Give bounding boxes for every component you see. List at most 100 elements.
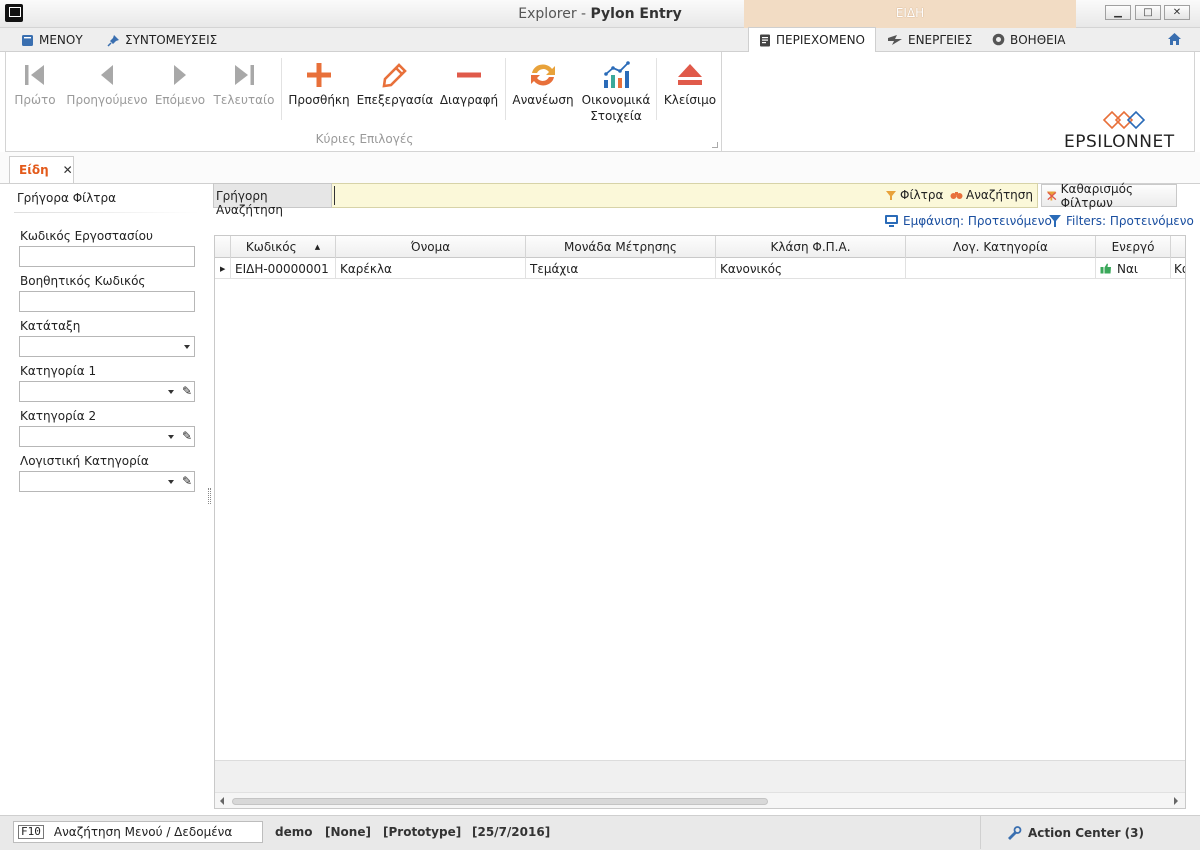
edit-button[interactable]: Επεξεργασία [356,58,434,108]
doc-tab-close-icon[interactable]: ✕ [63,163,73,177]
scroll-left-icon[interactable] [220,797,224,805]
refresh-button[interactable]: Ανανέωση [511,58,575,108]
accounting-category-dropdown[interactable]: ✎ [19,471,195,492]
add-button[interactable]: Προσθήκη [286,58,352,108]
cell-code[interactable]: ΕΙΔΗ-00000001 [231,258,336,279]
action-center-button[interactable]: Action Center (3) [980,816,1185,849]
quick-search-input[interactable] [334,186,874,205]
clear-filters-button[interactable]: Καθαρισμός Φίλτρων [1041,181,1177,210]
pencil-icon[interactable]: ✎ [182,384,192,398]
next-button[interactable]: Επόμενο [152,58,208,108]
home-icon[interactable] [1167,32,1182,46]
tab-content-label: ΠΕΡΙΕΧΟΜΕΝΟ [776,33,865,47]
search-button[interactable]: Αναζήτηση [950,188,1033,202]
cell-extra[interactable]: Κα [1171,258,1185,279]
display-view-link[interactable]: Εμφάνιση: Προτεινόμενο [884,214,1052,228]
eject-icon [678,64,702,85]
last-button[interactable]: Τελευταίο [211,58,277,108]
previous-button[interactable]: Προηγούμενο [66,58,148,108]
ribbon-separator [656,58,657,120]
ribbon-main-group: Πρώτο Προηγούμενο Επόμενο Τελευταίο Προσ… [5,52,722,152]
table-row[interactable]: ▶ ΕΙΔΗ-00000001 Καρέκλα Τεμάχια Κανονικό… [215,258,1185,279]
column-header-label: Κωδικός [245,240,297,254]
aux-code-input[interactable] [19,291,195,312]
scrollbar-thumb[interactable] [232,798,768,805]
row-indicator-icon: ▶ [215,258,231,279]
classification-dropdown[interactable] [19,336,195,357]
shortcuts-button[interactable]: ΣΥΝΤΟΜΕΥΣΕΙΣ [107,33,217,47]
horizontal-scrollbar[interactable] [215,792,1185,808]
tab-content[interactable]: ΠΕΡΙΕΧΟΜΕΝΟ [748,27,876,52]
search-label: Αναζήτηση [966,188,1033,202]
edit-label: Επεξεργασία [356,93,434,107]
refresh-icon [531,64,555,86]
grid-footer [215,760,1185,792]
close-button[interactable]: Κλείσιμο [661,58,719,108]
filters-button[interactable]: Φίλτρα [885,188,943,202]
category1-dropdown[interactable]: ✎ [19,381,195,402]
doc-tab-items[interactable]: Είδη ✕ [9,156,74,183]
category2-dropdown[interactable]: ✎ [19,426,195,447]
category1-label: Κατηγορία 1 [20,364,97,378]
book-icon [22,34,33,46]
factory-code-label: Κωδικός Εργοστασίου [20,229,153,243]
maximize-button[interactable]: □ [1135,5,1161,20]
first-label: Πρώτο [14,93,56,107]
clear-filters-label: Καθαρισμός Φίλτρων [1060,181,1134,210]
tools-icon [1008,825,1022,840]
financial-label-1: Οικονομικά [581,93,651,107]
close-window-button[interactable]: ✕ [1164,5,1190,20]
column-header-extra[interactable]: Ι [1171,236,1185,258]
chart-icon [604,61,630,88]
quick-search-label: Γρήγορη Αναζήτηση [213,183,332,217]
column-header-active[interactable]: Ενεργό [1096,236,1171,258]
cell-unit[interactable]: Τεμάχια [526,258,716,279]
tab-actions[interactable]: ΕΝΕΡΓΕΙΕΣ [877,27,982,52]
tab-help[interactable]: ΒΟΗΘΕΙΑ [982,27,1075,52]
first-button[interactable]: Πρώτο [12,58,58,108]
tab-actions-label: ΕΝΕΡΓΕΙΕΣ [908,32,973,47]
menu-data-search-box[interactable]: F10 Αναζήτηση Μενού / Δεδομένα [13,821,263,843]
financial-data-button[interactable]: Οικονομικά Στοιχεία [580,58,652,124]
factory-code-input[interactable] [19,246,195,267]
epsilonnet-logo: EPSILONNET [1064,132,1175,152]
delete-button[interactable]: Διαγραφή [438,58,500,108]
first-icon [25,65,44,85]
column-header-vat-class[interactable]: Κλάση Φ.Π.Α. [716,236,906,258]
minus-icon [457,72,481,78]
scroll-right-icon[interactable] [1174,797,1178,805]
last-label: Τελευταίο [213,93,275,107]
classification-label: Κατάταξη [20,319,81,333]
refresh-label: Ανανέωση [512,93,574,107]
status-prototype: [Prototype] [383,825,462,839]
filters-view-link[interactable]: Filters: Προτεινόμενο [1048,214,1194,228]
category2-label: Κατηγορία 2 [20,409,97,423]
epsilonnet-logo-icon [1102,110,1146,130]
document-tab-strip [0,152,1200,184]
ribbon-separator [281,58,282,120]
panel-splitter[interactable] [208,488,211,504]
column-header-unit[interactable]: Μονάδα Μέτρησης [526,236,716,258]
menu-data-search-label: Αναζήτηση Μενού / Δεδομένα [53,825,233,839]
menu-button[interactable]: ΜΕΝΟΥ [21,33,83,47]
previous-icon [101,65,113,85]
ribbon-group-expander[interactable] [712,142,718,148]
column-header-accounting-category[interactable]: Λογ. Κατηγορία [906,236,1096,258]
column-header-code[interactable]: Κωδικός ▲ [231,236,336,258]
plus-icon [307,63,331,87]
cell-vat-class[interactable]: Κανονικός [716,258,906,279]
cell-active[interactable]: Ναι [1096,258,1171,279]
action-center-label: Action Center (3) [1028,825,1144,840]
financial-label-2: Στοιχεία [590,109,642,123]
cell-accounting-category[interactable] [906,258,1096,279]
cell-name[interactable]: Καρέκλα [336,258,526,279]
pencil-icon[interactable]: ✎ [182,474,192,488]
column-header-name[interactable]: Όνομα [336,236,526,258]
accounting-category-label: Λογιστική Κατηγορία [20,454,149,468]
pencil-icon[interactable]: ✎ [182,429,192,443]
quick-filters-title: Γρήγορα Φίλτρα [17,191,117,205]
cell-active-label: Ναι [1117,261,1138,276]
filters-view-label: Filters: Προτεινόμενο [1066,214,1194,228]
window-title-main: Pylon Entry [590,6,682,22]
minimize-button[interactable]: ▁ [1105,5,1131,20]
